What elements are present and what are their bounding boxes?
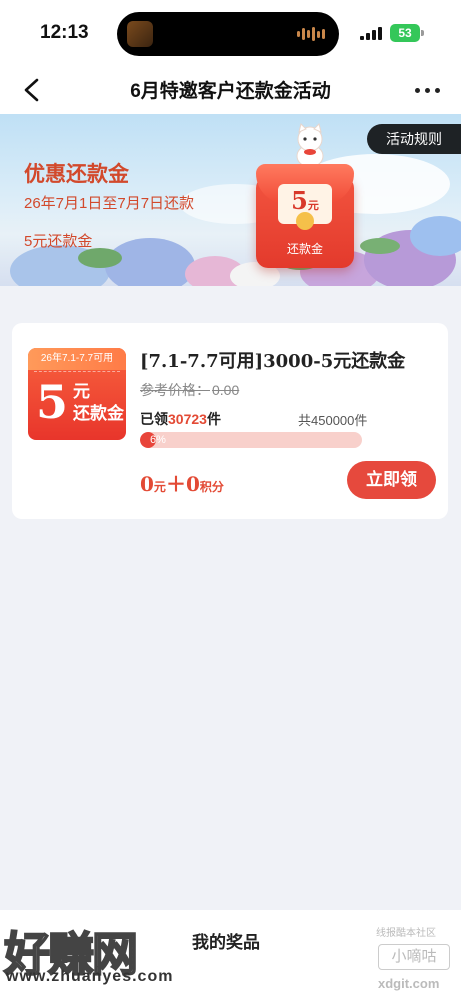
chevron-left-icon [24, 78, 39, 102]
claimed-suffix: 件 [206, 411, 221, 427]
badge-amount: 5 [36, 375, 69, 429]
coupon-price: 0元＋0积分 [140, 468, 224, 497]
cellular-signal-icon [360, 26, 382, 40]
reference-price-label: 参考价格： [140, 382, 210, 398]
navigation-bar: 6月特邀客户还款金活动 [0, 66, 461, 114]
reference-price-value: 0.00 [212, 382, 240, 398]
banner-amount: 5元还款金 [24, 233, 93, 250]
cat-mascot-icon [296, 123, 324, 168]
now-playing-thumbnail [127, 21, 153, 47]
battery-tip [421, 30, 424, 36]
claimed-count: 已领30723件 [140, 409, 221, 429]
packet-unit: 元 [307, 200, 319, 212]
packet-amount: 5 [291, 186, 308, 215]
watermark-right: 线报酷本社区 小嘀咕 xdgit.com [372, 920, 458, 996]
watermark-left-url: www.zhuanyes.com [6, 968, 174, 985]
claimed-prefix: 已领 [140, 411, 168, 427]
page-title: 6月特邀客户还款金活动 [130, 81, 331, 102]
status-time: 12:13 [40, 22, 89, 43]
price-cash: 0 [140, 472, 154, 496]
claim-progress-label: 6% [150, 434, 166, 446]
badge-name: 还款金 [73, 404, 124, 423]
coupon-card: 26年7.1-7.7可用 5 元 还款金 [7.1-7.7可用]3000-5元还… [12, 323, 448, 519]
battery-indicator: 53 [390, 24, 420, 42]
activity-rules-button[interactable]: 活动规则 [367, 124, 461, 154]
watermark-right-url: xdgit.com [378, 976, 440, 991]
price-points: 0 [185, 472, 200, 496]
packet-label: 还款金 [286, 242, 323, 256]
status-bar: 12:13 53 [0, 0, 461, 66]
more-dots-icon [414, 87, 420, 93]
back-button[interactable] [14, 72, 50, 108]
watermark-right-brand: 小嘀咕 [378, 944, 450, 970]
claim-now-button[interactable]: 立即领 [347, 461, 436, 499]
price-plus: ＋ [165, 472, 186, 496]
badge-unit: 元 [73, 382, 90, 401]
price-points-unit: 积分 [199, 480, 224, 494]
coupon-title: [7.1-7.7可用]3000-5元还款金 [140, 351, 406, 372]
price-cash-unit: 元 [153, 480, 166, 494]
banner-date-range: 26年7月1日至7月7日还款 [24, 195, 195, 212]
total-stock: 共450000件 [298, 413, 368, 428]
reference-price: 参考价格： 0.00 [140, 380, 239, 400]
more-options-button[interactable] [407, 76, 447, 104]
watermark-right-caption: 线报酷本社区 [376, 928, 436, 939]
dynamic-island [117, 12, 339, 56]
audio-wave-icon [297, 27, 325, 41]
my-prizes-tab[interactable]: 我的奖品 [192, 928, 260, 953]
promo-banner: 优惠还款金 26年7月1日至7月7日还款 5元还款金 5元 还款金 活动规则 [0, 114, 461, 286]
claimed-number: 30723 [168, 411, 207, 427]
claim-progress-bar [140, 432, 362, 448]
coupon-badge: 26年7.1-7.7可用 5 元 还款金 [28, 348, 126, 440]
watermark-left: 好赚网 www.zhuanyes.com [3, 918, 190, 988]
packet-seal-icon [296, 212, 314, 230]
banner-title: 优惠还款金 [24, 161, 129, 186]
red-packet-illustration: 5元 还款金 [256, 164, 354, 268]
badge-validity: 26年7.1-7.7可用 [28, 348, 126, 370]
hydrangea-flowers-decoration [10, 216, 461, 286]
